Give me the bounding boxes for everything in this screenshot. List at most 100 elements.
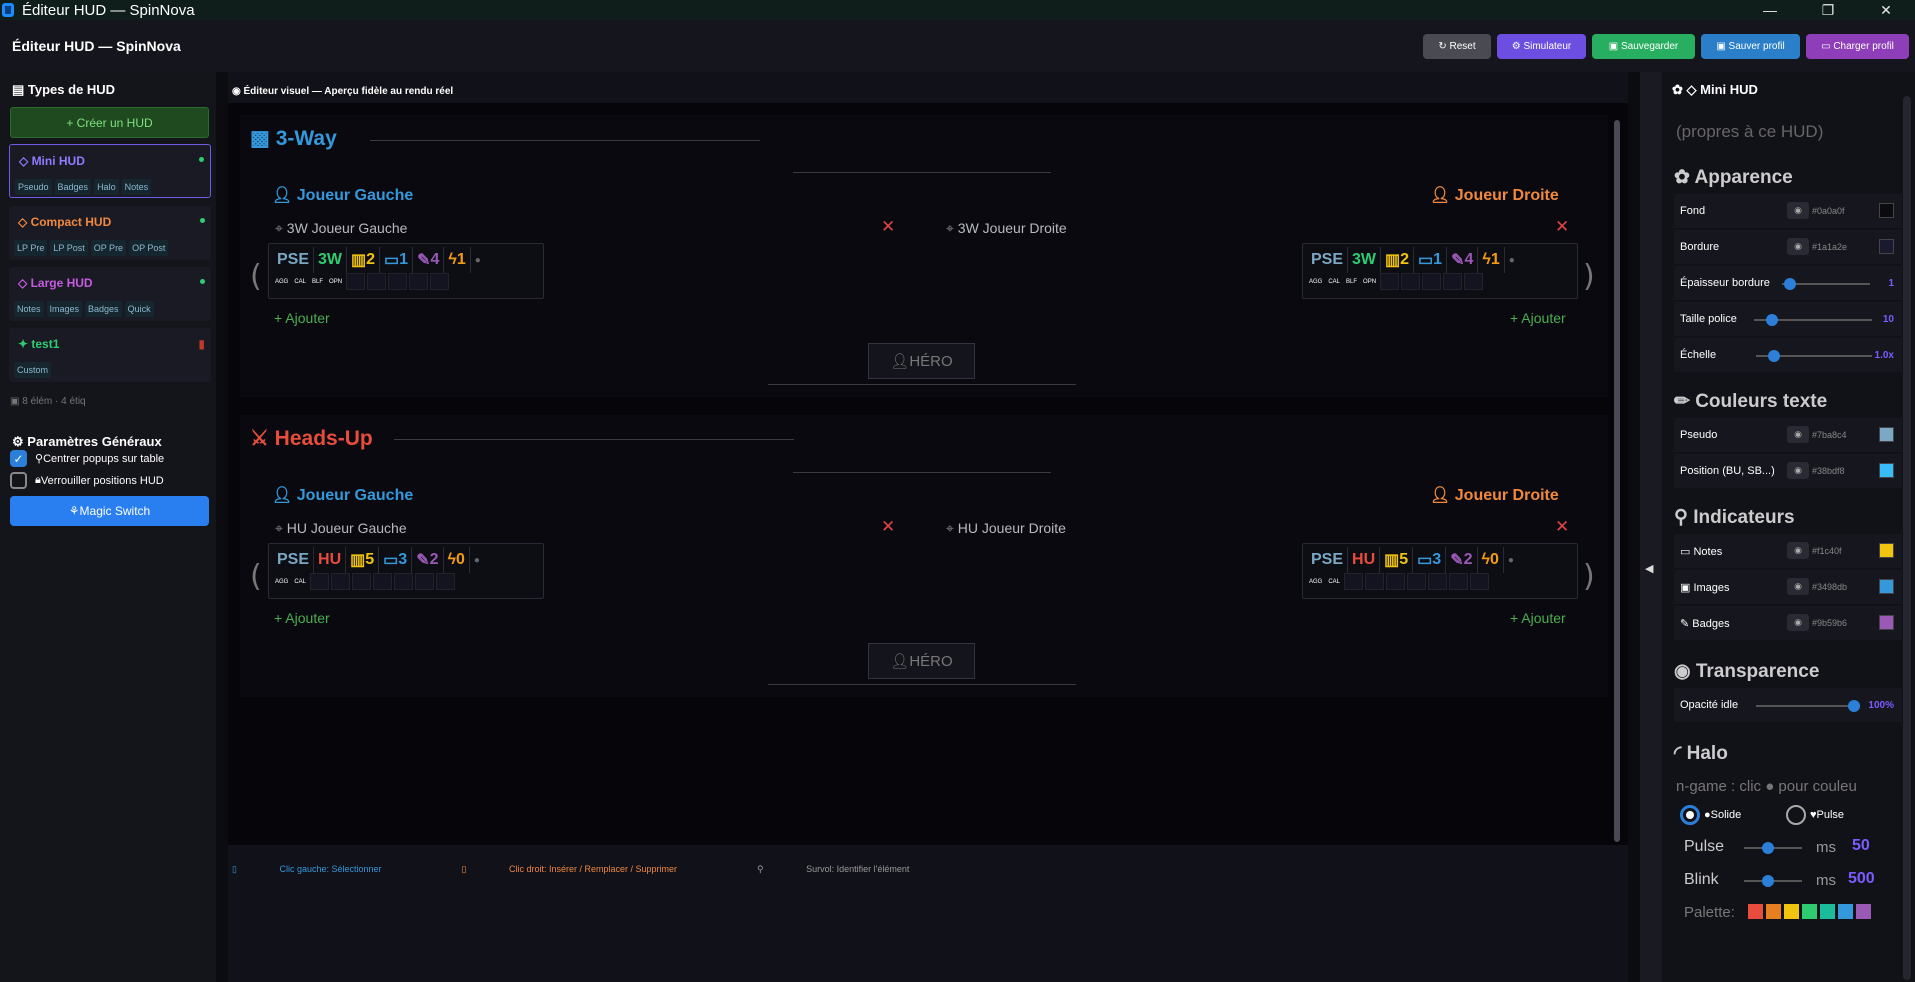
hud-card-compact[interactable]: ◇ Compact HUD LP Pre LP Post OP Pre OP P… [9, 206, 211, 260]
collapse-arrow-icon[interactable]: ◀ [1645, 562, 1653, 575]
remove-right-button[interactable]: ✕ [1555, 217, 1569, 237]
quick-badge[interactable]: ϟ0 [1478, 547, 1504, 573]
blink-unit: ms [1816, 872, 1836, 889]
blink-slider[interactable] [1744, 875, 1802, 887]
add-right-button[interactable]: + Ajouter [1510, 610, 1566, 626]
tag-icon: ⌖ [946, 220, 958, 236]
tags-badge[interactable]: ✎ 2 [412, 547, 444, 573]
mode-label: 3W [1348, 247, 1382, 273]
add-left-button[interactable]: + Ajouter [274, 610, 330, 626]
eye-icon[interactable]: ◉ [1787, 578, 1809, 595]
puzzle-icon: ✦ [18, 337, 32, 351]
quick-badge[interactable]: ϟ0 [444, 547, 470, 573]
hud-preview-right[interactable]: PSE HU ▥ 5 ▭ 3 ✎ 2 ϟ0 ● AGG CAL [1302, 543, 1578, 599]
palette-color-swatch[interactable] [1766, 904, 1781, 919]
pseudo-left[interactable]: ⌖ 3W Joueur Gauche [275, 220, 407, 237]
center-popups-row[interactable]: ✓ ⚲ Centrer popups sur table [10, 450, 164, 467]
eye-icon[interactable]: ◉ [1787, 614, 1809, 631]
tags-badge[interactable]: ✎ 2 [1446, 547, 1478, 573]
create-hud-button[interactable]: + Créer un HUD [10, 107, 209, 138]
add-right-button[interactable]: + Ajouter [1510, 310, 1566, 326]
hud-preview-left[interactable]: PSE HU ▥ 5 ▭ 3 ✎ 2 ϟ0 ● AGG CAL [268, 543, 544, 599]
minimize-button[interactable]: — [1741, 2, 1799, 18]
canvas-scrollbar[interactable] [1614, 120, 1620, 842]
hud-card-name: ✦ test1 [18, 337, 60, 351]
save-button[interactable]: ▣ Sauvegarder [1592, 33, 1695, 59]
center-popups-checkbox[interactable]: ✓ [10, 450, 27, 467]
images-badge[interactable]: ▭ 1 [380, 247, 414, 273]
tag: OP Pre [90, 240, 127, 256]
quick-badge[interactable]: ϟ1 [1478, 247, 1505, 273]
images-badge[interactable]: ▭ 3 [1413, 547, 1447, 573]
images-badge[interactable]: ▭ 3 [379, 547, 413, 573]
notes-row: ▭ Notes ◉ #f1c40f [1674, 534, 1902, 568]
simulateur-button[interactable]: ⚙ Simulateur [1497, 33, 1586, 59]
save-profile-button[interactable]: ▣ Sauver profil [1701, 33, 1800, 59]
position-swatch[interactable] [1879, 463, 1894, 478]
trash-icon[interactable]: ▮ [198, 337, 205, 351]
panel-scrollbar[interactable] [1903, 96, 1911, 980]
images-swatch[interactable] [1879, 579, 1894, 594]
eye-icon[interactable]: ◉ [1787, 202, 1809, 219]
hero-seat[interactable]: 👤︎ HÉRO [868, 343, 975, 379]
maximize-button[interactable]: ❐ [1799, 2, 1857, 19]
eye-icon[interactable]: ◉ [1787, 238, 1809, 255]
lock-positions-row[interactable]: 🔒︎ Verrouiller positions HUD [10, 472, 164, 489]
hud-card-large[interactable]: ◇ Large HUD Notes Images Badges Quick [9, 267, 211, 321]
opacite-slider[interactable] [1756, 700, 1860, 712]
images-badge[interactable]: ▭ 1 [1414, 247, 1448, 273]
user-icon: 👤︎ [1430, 487, 1455, 504]
solide-radio[interactable]: ● Solide [1680, 805, 1741, 825]
book-icon: ▥ [1385, 252, 1401, 269]
notes-badge[interactable]: ▥ 5 [1380, 547, 1414, 573]
echelle-slider[interactable] [1756, 350, 1872, 362]
mouse-icon: ▯ [461, 864, 469, 874]
pulse-slider[interactable] [1744, 842, 1802, 854]
palette-color-swatch[interactable] [1802, 904, 1817, 919]
tag-icon: ⌖ [946, 520, 958, 536]
eye-icon[interactable]: ◉ [1787, 426, 1809, 443]
reset-button[interactable]: ↻ Reset [1423, 33, 1491, 59]
bordure-swatch[interactable] [1879, 239, 1894, 254]
hud-preview-left[interactable]: PSE 3W ▥ 2 ▭ 1 ✎ 4 ϟ1 ● AGG CAL BLF OPN [268, 243, 544, 299]
epaisseur-slider[interactable] [1782, 278, 1870, 290]
hero-seat[interactable]: 👤︎ HÉRO [868, 643, 975, 679]
tags-badge[interactable]: ✎ 4 [413, 247, 445, 273]
pseudo-right[interactable]: ⌖ HU Joueur Droite [946, 520, 1066, 537]
notes-badge[interactable]: ▥ 2 [1381, 247, 1415, 273]
palette-color-swatch[interactable] [1784, 904, 1799, 919]
taille-slider[interactable] [1754, 314, 1872, 326]
pseudo-left[interactable]: ⌖ HU Joueur Gauche [275, 520, 407, 537]
load-profile-button[interactable]: ▭ Charger profil [1806, 33, 1909, 59]
notes-badge[interactable]: ▥ 5 [346, 547, 380, 573]
eye-icon[interactable]: ◉ [1787, 462, 1809, 479]
quick-badge[interactable]: ϟ1 [444, 247, 471, 273]
hud-card-mini[interactable]: ◇ Mini HUD Pseudo Badges Halo Notes [9, 144, 211, 198]
tags-badge[interactable]: ✎ 4 [1447, 247, 1479, 273]
panel-collapse-strip[interactable]: ◀ [1640, 72, 1662, 982]
notes-badge[interactable]: ▥ 2 [347, 247, 381, 273]
remove-left-button[interactable]: ✕ [881, 517, 895, 537]
remove-left-button[interactable]: ✕ [881, 217, 895, 237]
lock-positions-checkbox[interactable] [10, 472, 27, 489]
notes-swatch[interactable] [1879, 543, 1894, 558]
pulse-radio[interactable]: ♥ Pulse [1786, 805, 1844, 825]
fond-swatch[interactable] [1879, 203, 1894, 218]
hud-card-test1[interactable]: ✦ test1 ▮ Custom [9, 328, 211, 382]
remove-right-button[interactable]: ✕ [1555, 517, 1569, 537]
palette-color-swatch[interactable] [1820, 904, 1835, 919]
eye-icon[interactable]: ◉ [1787, 542, 1809, 559]
close-window-button[interactable]: ✕ [1857, 2, 1915, 19]
palette-color-swatch[interactable] [1748, 904, 1763, 919]
palette-color-swatch[interactable] [1856, 904, 1871, 919]
hud-preview-right[interactable]: PSE 3W ▥ 2 ▭ 1 ✎ 4 ϟ1 ● AGG CAL BLF OPN [1302, 243, 1578, 299]
palette-color-swatch[interactable] [1838, 904, 1853, 919]
search-icon: ⚲ [757, 864, 767, 874]
pseudo-swatch[interactable] [1879, 427, 1894, 442]
badges-swatch[interactable] [1879, 615, 1894, 630]
player-right: 👤︎ Joueur Droite [1430, 487, 1559, 504]
add-left-button[interactable]: + Ajouter [274, 310, 330, 326]
magic-switch-button[interactable]: ⚘ Magic Switch [10, 496, 209, 526]
pseudo-right[interactable]: ⌖ 3W Joueur Droite [946, 220, 1067, 237]
notes-label: ▭ Notes [1680, 546, 1723, 558]
